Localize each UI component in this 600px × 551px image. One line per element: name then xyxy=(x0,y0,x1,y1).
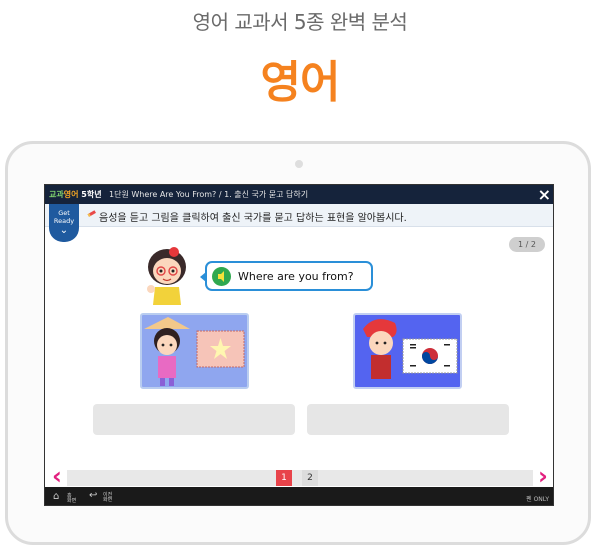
home-icon[interactable]: ⌂ xyxy=(53,491,59,502)
get-ready-label-1: Get xyxy=(58,209,70,217)
app-footer: ⌂ 홈 화면 ↩ 이전 화면 펜 ONLY xyxy=(45,487,553,505)
picture-card-korea[interactable] xyxy=(353,313,462,389)
character-girl-image xyxy=(147,247,186,305)
brand-part-1: 교과 xyxy=(49,190,64,199)
back-label: 이전 화면 xyxy=(103,492,113,503)
home-label: 홈 화면 xyxy=(67,493,77,504)
speaker-icon[interactable] xyxy=(212,267,231,286)
pen-only-label[interactable]: 펜 ONLY xyxy=(526,494,549,503)
get-ready-tab[interactable]: Get Ready ⌄ xyxy=(49,204,79,242)
app-screen: 교과영어 5학년 1단원 Where Are You From? / 1. 출신… xyxy=(44,184,554,506)
chevron-down-icon: ⌄ xyxy=(59,225,69,236)
camera-dot xyxy=(295,160,303,168)
prev-arrow-icon[interactable]: ‹ xyxy=(48,463,66,489)
brand-part-2: 영어 xyxy=(63,190,79,199)
get-ready-label-2: Ready xyxy=(53,217,75,225)
page-button-2[interactable]: 2 xyxy=(302,470,318,486)
korea-girl-image xyxy=(363,319,458,379)
app-brand: 교과영어 5학년 xyxy=(49,189,102,200)
instruction-text: 음성을 듣고 그림을 클릭하여 출신 국가를 묻고 답하는 표현을 알아봅시다. xyxy=(99,213,407,224)
answer-box-2[interactable] xyxy=(307,404,509,435)
picture-card-vietnam[interactable] xyxy=(140,313,249,389)
pencil-icon xyxy=(87,210,96,217)
speech-text: Where are you from? xyxy=(238,270,354,283)
vietnam-girl-image xyxy=(144,317,245,386)
page-indicator: 1 / 2 xyxy=(509,237,545,252)
page-subtitle: 영어 교과서 5종 완벽 분석 xyxy=(192,10,408,34)
app-topbar: 교과영어 5학년 1단원 Where Are You From? / 1. 출신… xyxy=(45,185,553,204)
pagination-track xyxy=(67,470,533,486)
speech-tail xyxy=(200,272,206,282)
speech-bubble: Where are you from? xyxy=(200,261,373,291)
instruction-bar: 음성을 듣고 그림을 클릭하여 출신 국가를 묻고 답하는 표현을 알아봅시다. xyxy=(45,204,553,227)
brand-part-3: 5학년 xyxy=(81,190,102,199)
next-arrow-icon[interactable]: › xyxy=(534,463,552,489)
breadcrumb: 1단원 Where Are You From? / 1. 출신 국가 묻고 답하… xyxy=(109,190,309,199)
back-icon[interactable]: ↩ xyxy=(89,490,97,501)
page-title: 영어 xyxy=(260,57,341,108)
close-icon[interactable]: × xyxy=(538,185,551,204)
page-button-1[interactable]: 1 xyxy=(276,470,292,486)
answer-box-1[interactable] xyxy=(93,404,295,435)
